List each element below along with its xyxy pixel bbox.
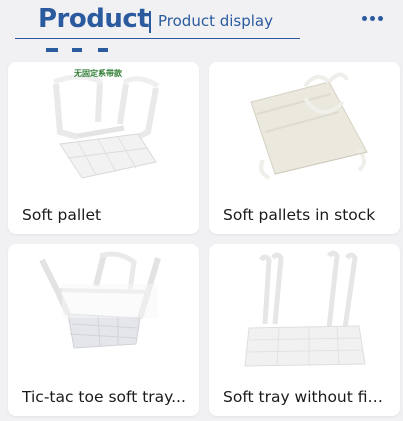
- product-image: [244, 250, 366, 367]
- page-title: Product: [38, 4, 150, 34]
- product-card-soft-pallets-in-stock[interactable]: Soft pallets in stock: [209, 62, 400, 234]
- product-label: Soft pallet: [22, 206, 102, 224]
- product-label: Soft tray without fix...: [223, 388, 390, 406]
- header: Product Product display: [0, 0, 403, 56]
- title-underline: [15, 38, 300, 39]
- title-divider: [149, 11, 151, 33]
- product-image: [53, 74, 160, 179]
- product-image: [39, 251, 161, 349]
- product-card-soft-pallet[interactable]: 无固定系带款 Soft pallet: [8, 62, 199, 234]
- product-label: Soft pallets in stock: [223, 206, 376, 224]
- product-card-soft-tray-without-fix[interactable]: Soft tray without fix...: [209, 244, 400, 416]
- image-caption: 无固定系带款: [74, 69, 122, 78]
- product-label: Tic-tac toe soft tray...: [22, 388, 186, 406]
- more-dots-icon[interactable]: [362, 12, 384, 24]
- title-decoration: [46, 48, 108, 52]
- product-card-tic-tac-toe-soft-tray[interactable]: Tic-tac toe soft tray...: [8, 244, 199, 416]
- product-image: [250, 72, 368, 180]
- page-subtitle: Product display: [158, 12, 273, 30]
